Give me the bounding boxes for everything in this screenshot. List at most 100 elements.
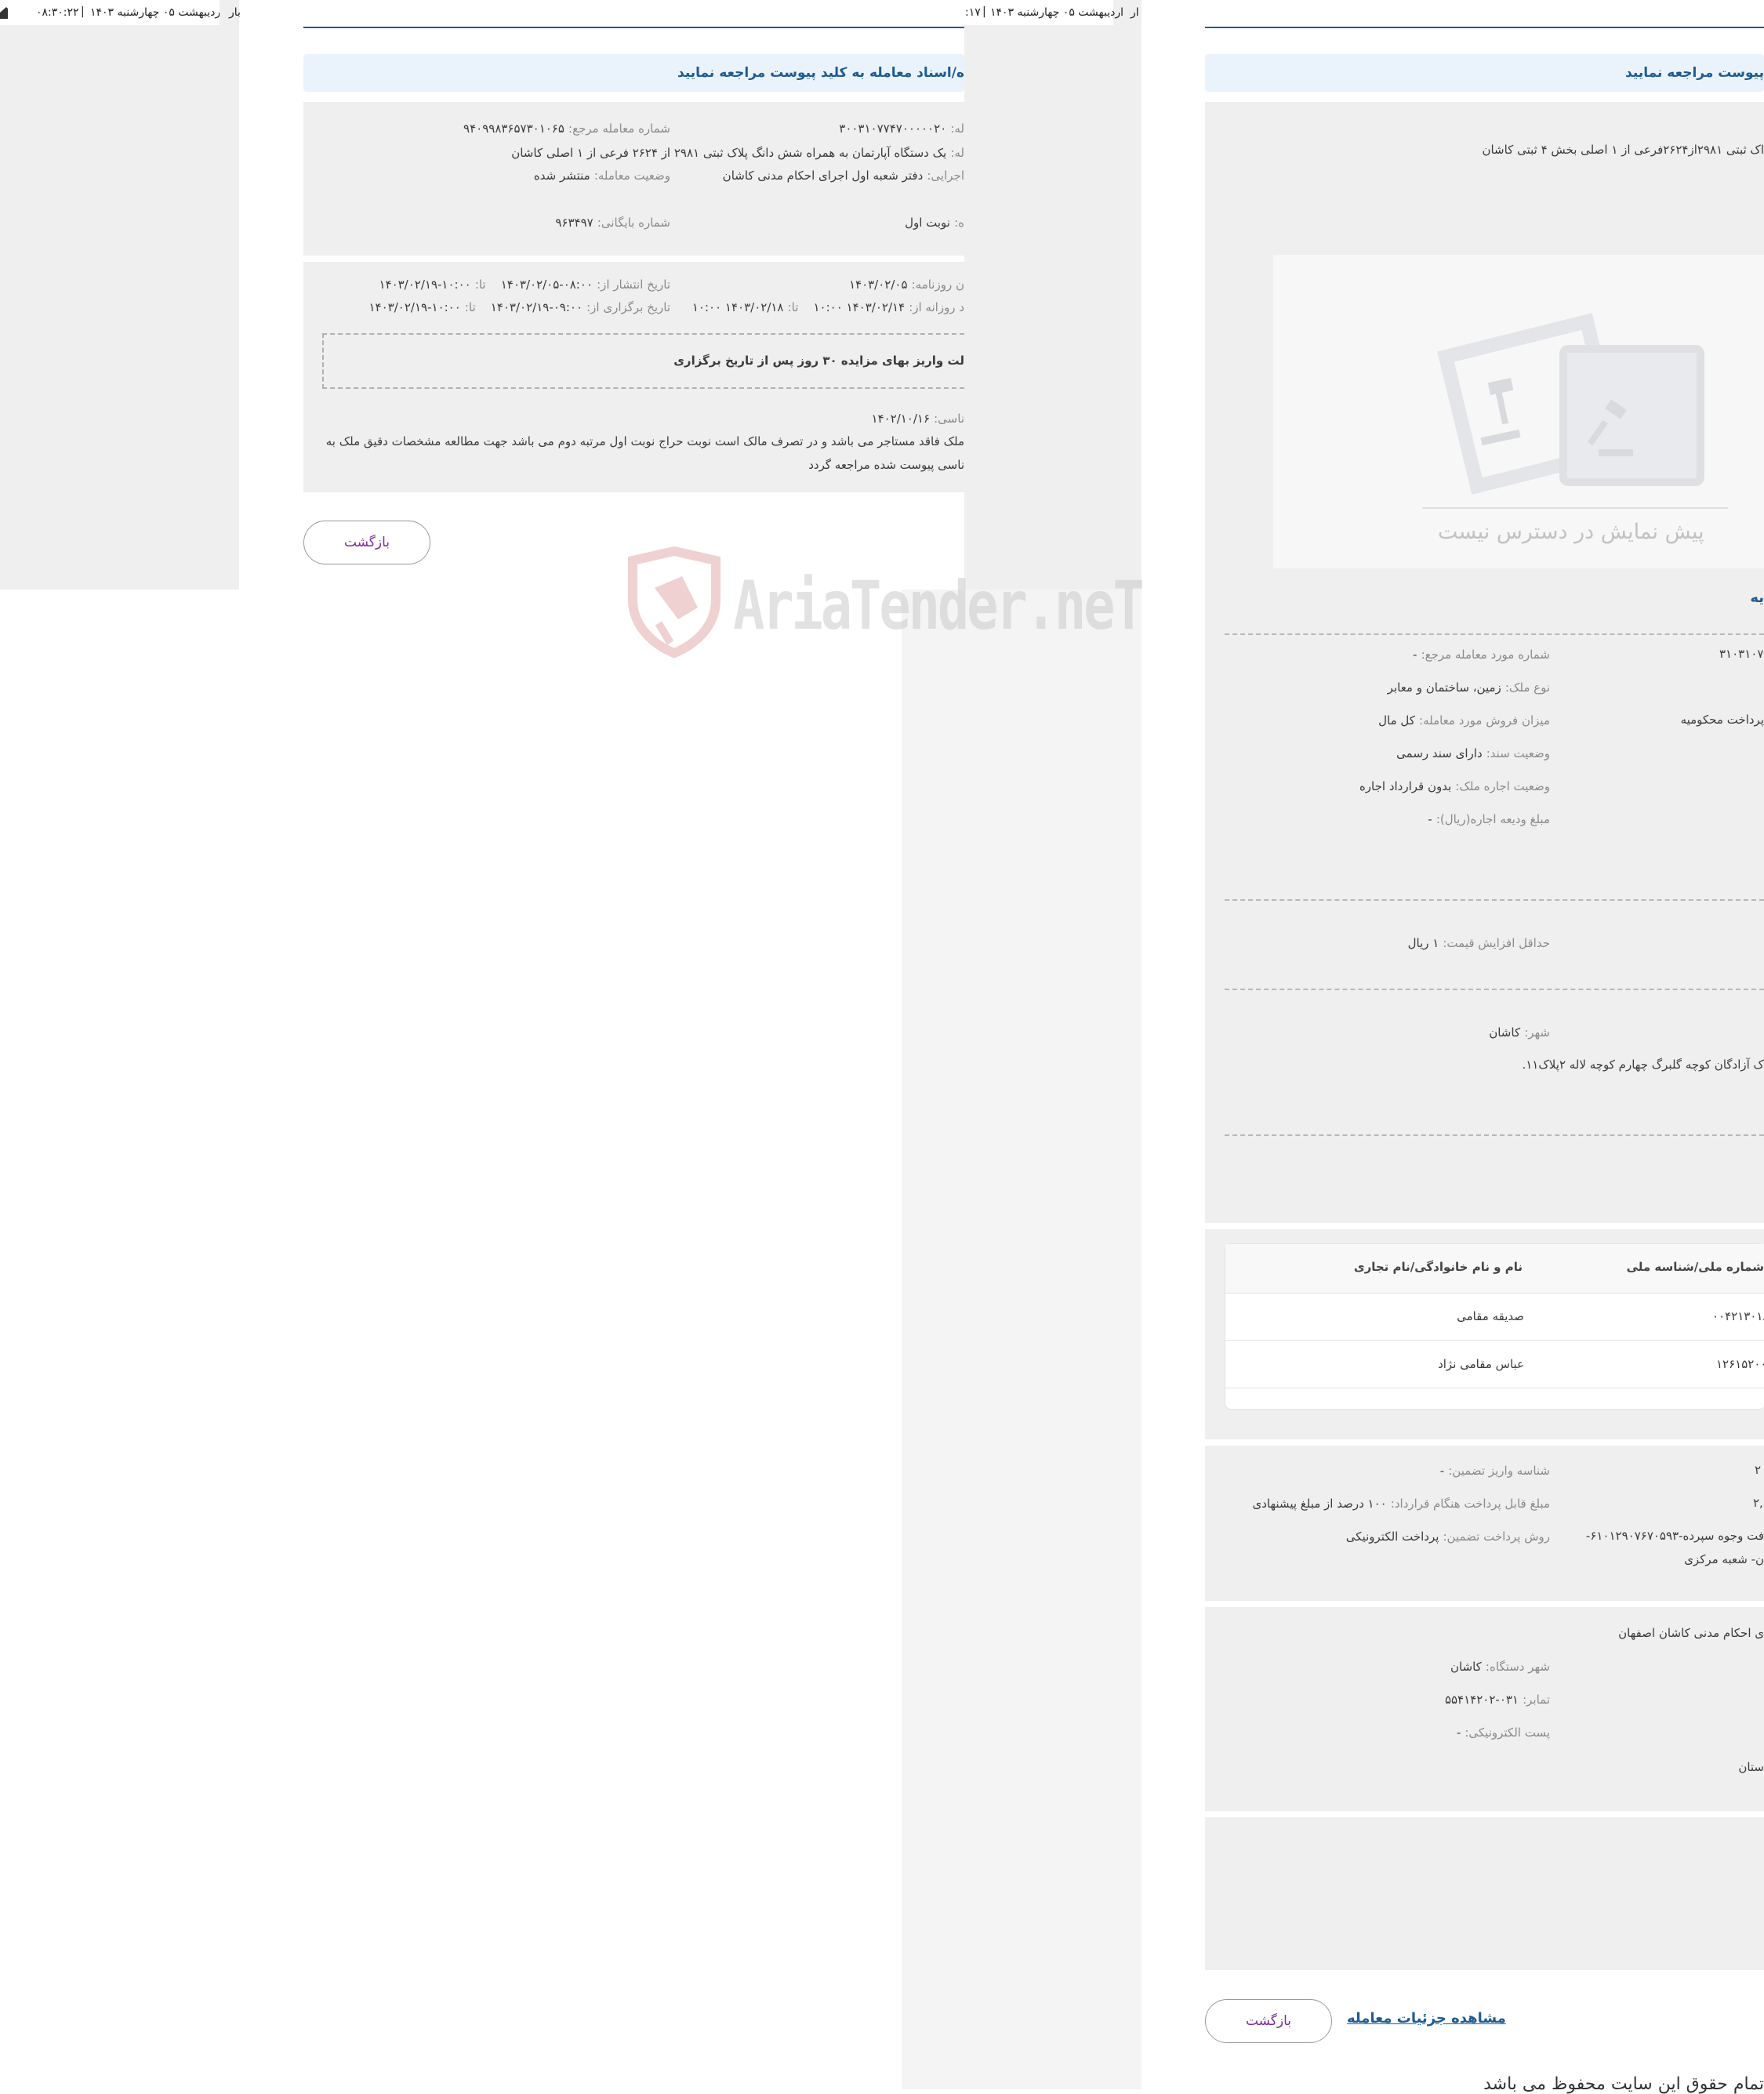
- field-lease-deposit-label: مبلغ ودیعه اجاره(ریال):: [1436, 812, 1550, 826]
- min-increase-value: ۱ ریال: [1407, 936, 1439, 950]
- exec-office-value: دفتر شعبه اول اجرای احکام مدنی کاشان: [722, 169, 924, 183]
- newspaper-date-label: ن روزنامه:: [911, 278, 964, 292]
- field-property-type-value: زمین، ساختمان و معابر: [1387, 680, 1501, 695]
- field-lease-deposit: مبلغ ودیعه اجاره(ریال): -: [1428, 811, 1550, 826]
- daily-visit-label: د روزانه از:: [909, 300, 964, 314]
- middle-daily-visit: د روزانه از: ۱۴۰۳/۰۲/۱۴ ۱۰:۰۰ تا: ۱۴۰۳/۰…: [692, 299, 964, 314]
- right-back-button[interactable]: بازگشت: [1205, 1999, 1332, 2043]
- middle-description-line-2: ناسی پیوست شده مراجعه گردد: [808, 458, 964, 472]
- left-background-strip: [0, 0, 239, 590]
- org-title-edge: ی احکام مدنی کاشان اصفهان: [1618, 1626, 1764, 1640]
- right-divider-4: [1225, 1134, 1764, 1136]
- middle-topbar-time: :۱۷: [965, 6, 981, 19]
- deal-title-label: له:: [950, 146, 964, 160]
- turn-label: ه:: [954, 216, 964, 230]
- contract-payment-value: ۱۰۰ درصد از مبلغ پیشنهادی: [1252, 1497, 1387, 1511]
- field-document-status-value: دارای سند رسمی: [1396, 746, 1483, 760]
- field-lease-status: وضعیت اجاره ملک: بدون قرارداد اجاره: [1359, 778, 1550, 793]
- publish-from-value: ۱۴۰۳/۰۲/۰۵-۰۸:۰۰: [500, 278, 593, 292]
- watermark-shield-icon: [628, 546, 720, 659]
- middle-background-strip: [220, 0, 239, 590]
- hold-to-value: ۱۴۰۳/۰۲/۱۹-۱۰:۰۰: [368, 300, 461, 314]
- middle-topbar-sep: |: [982, 5, 986, 18]
- exec-office-label: اجرایی:: [927, 169, 964, 183]
- middle-expert-date: ناسی: ۱۴۰۲/۱۰/۱۶: [871, 411, 964, 426]
- field-deposit-id: شناسه واریز تضمین: -: [1440, 1463, 1550, 1478]
- home-icon[interactable]: [0, 6, 8, 19]
- ref-number-value: ۹۴۰۹۹۸۳۶۵۷۳۰۱۰۶۵: [463, 122, 564, 136]
- expert-date-value: ۱۴۰۲/۱۰/۱۶: [871, 412, 931, 426]
- publish-to-value: ۱۴۰۳/۰۲/۱۹-۱۰:۰۰: [379, 278, 471, 292]
- field-org-city: شهر دستگاه: کاشان: [1450, 1659, 1550, 1674]
- deal-status-label: وضعیت معامله:: [593, 169, 670, 183]
- deal-status-value: منتشر شده: [533, 169, 590, 183]
- middle-payment-deadline-box: لت واریز بهای مزایده ۳۰ روز پس از تاریخ …: [322, 333, 964, 389]
- watermark-logo: AriaTender.neT: [623, 545, 1145, 662]
- org-city-label: شهر دستگاه:: [1485, 1660, 1550, 1674]
- field-property-type-label: نوع ملک:: [1504, 680, 1550, 695]
- hold-from-label: تاریخ برگزاری از:: [586, 300, 670, 314]
- field-sale-amount: میزان فروش مورد معامله: کل مال: [1378, 713, 1550, 728]
- turn-value: نوبت اول: [905, 216, 950, 230]
- right-plate-line: اک ثبتی ۲۹۸۱از۲۶۲۴فرعی از ۱ اصلی بخش ۴ ث…: [1482, 143, 1764, 157]
- middle-description-line-1: ملک فاقد مستاجر می باشد و در تصرف مالک ا…: [325, 434, 964, 448]
- empty-panel: [1205, 1817, 1764, 1970]
- field-contract-payment: مبلغ قابل پرداخت هنگام قرارداد: ۱۰۰ درصد…: [1253, 1496, 1551, 1511]
- payment-edge-1: ۲: [1755, 1463, 1762, 1477]
- org-email-label: پست الکترونیکی:: [1465, 1726, 1550, 1740]
- middle-exec-office: اجرایی: دفتر شعبه اول اجرای احکام مدنی ک…: [723, 168, 964, 183]
- org-phone-label: تمابر:: [1523, 1693, 1550, 1707]
- field-lease-deposit-value: -: [1428, 812, 1432, 826]
- payment-deadline-text: لت واریز بهای مزایده ۳۰ روز پس از تاریخ …: [673, 354, 964, 368]
- right-notice-text: پیوست مراجعه نمایید: [1625, 65, 1764, 81]
- middle-back-button[interactable]: بازگشت: [303, 521, 430, 564]
- archive-number-value: ۹۶۳۴۹۷: [555, 216, 593, 230]
- field-property-type: نوع ملک: زمین، ساختمان و معابر: [1388, 680, 1550, 695]
- hold-from-value: ۱۴۰۳/۰۲/۱۹-۰۹:۰۰: [490, 300, 583, 314]
- right-divider-3: [1225, 989, 1764, 990]
- right-separator-white-1: [1205, 1223, 1764, 1229]
- org-phone-value: ۰۳۱-۵۵۴۱۴۲۰۲: [1444, 1693, 1519, 1707]
- owner-1-name: صدیقه مقامی: [1457, 1309, 1524, 1323]
- field-payment-method: روش پرداخت تضمین: پرداخت الکترونیکی: [1346, 1529, 1550, 1544]
- middle-turn: ه: نوبت اول: [905, 215, 964, 230]
- view-deal-details-link[interactable]: مشاهده جزئیات معامله: [1347, 2010, 1506, 2027]
- middle-deal-status: وضعیت معامله: منتشر شده: [534, 168, 670, 183]
- min-increase-label: حداقل افزایش قیمت:: [1443, 936, 1550, 950]
- preview-unavailable-text: پیش نمایش در دسترس نیست: [1438, 520, 1704, 544]
- right-header-line: [1205, 27, 1764, 28]
- field-ref-item-value: -: [1413, 648, 1417, 662]
- left-topbar-time: ۰۸:۳۰:۲۲: [36, 6, 79, 19]
- field-lease-status-label: وضعیت اجاره ملک:: [1455, 779, 1550, 793]
- owner-2-national-id: ۱۲۶۱۵۲۰۰۴: [1716, 1357, 1764, 1371]
- org-province-edge: ستان: [1738, 1760, 1764, 1774]
- field-org-email: پست الکترونیکی: -: [1457, 1725, 1550, 1740]
- right-attachment-notice: پیوست مراجعه نمایید: [1205, 54, 1764, 92]
- right-edge-value-1: ۳۱۰۳۱۰۷: [1719, 647, 1764, 661]
- middle-deal-title: له: یک دستگاه آپارتمان به همراه شش دانگ …: [511, 145, 964, 160]
- right-separator-white-4: [1205, 1811, 1764, 1817]
- right-section-link[interactable]: یه: [1750, 590, 1764, 606]
- middle-topbar-date: اردیبهشت ۰۵ چهارشنبه ۱۴۰۳: [990, 6, 1124, 19]
- owner-1-national-id: ۰۰۴۲۱۳۰۱۸: [1712, 1309, 1764, 1323]
- deal-title-value: یک دستگاه آپارتمان به همراه شش دانگ پلاک…: [511, 146, 947, 160]
- right-edge-value-3: پرداخت محکومیه: [1680, 713, 1764, 727]
- middle-ref-number: شماره معامله مرجع: ۹۴۰۹۹۸۳۶۵۷۳۰۱۰۶۵: [463, 121, 670, 136]
- middle-notice-text: ه/اسناد معامله به کلید پیوست مراجعه نمای…: [677, 65, 964, 81]
- middle-publish-dates: تاریخ انتشار از: ۱۴۰۳/۰۲/۰۵-۰۸:۰۰ تا: ۱۴…: [379, 277, 670, 292]
- auction-gavel-icon: [1437, 313, 1704, 495]
- publish-from-label: تاریخ انتشار از:: [597, 278, 670, 292]
- right-topbar-edge: ار: [1131, 6, 1139, 19]
- right-background-strip: [964, 0, 1142, 590]
- payment-method-value: پرداخت الکترونیکی: [1345, 1530, 1439, 1544]
- payment-edge-2: ۲,: [1753, 1496, 1763, 1510]
- deposit-id-label: شناسه واریز تضمین:: [1448, 1464, 1550, 1478]
- hold-to-label: تا:: [464, 300, 476, 314]
- deal-number-value: ۳۰۰۳۱۰۷۷۴۷۰۰۰۰۰۲۰: [839, 122, 947, 136]
- city-label: شهر:: [1524, 1025, 1550, 1040]
- right-separator-white-2: [1205, 1439, 1764, 1446]
- field-lease-status-value: بدون قرارداد اجاره: [1359, 779, 1452, 793]
- owners-header-national-id: شماره ملی/شناسه ملی: [1626, 1260, 1764, 1274]
- field-address: ک آزادگان کوچه گلبرگ چهارم کوچه لاله ۲پل…: [1522, 1058, 1764, 1072]
- left-topbar-sep: |: [81, 5, 85, 18]
